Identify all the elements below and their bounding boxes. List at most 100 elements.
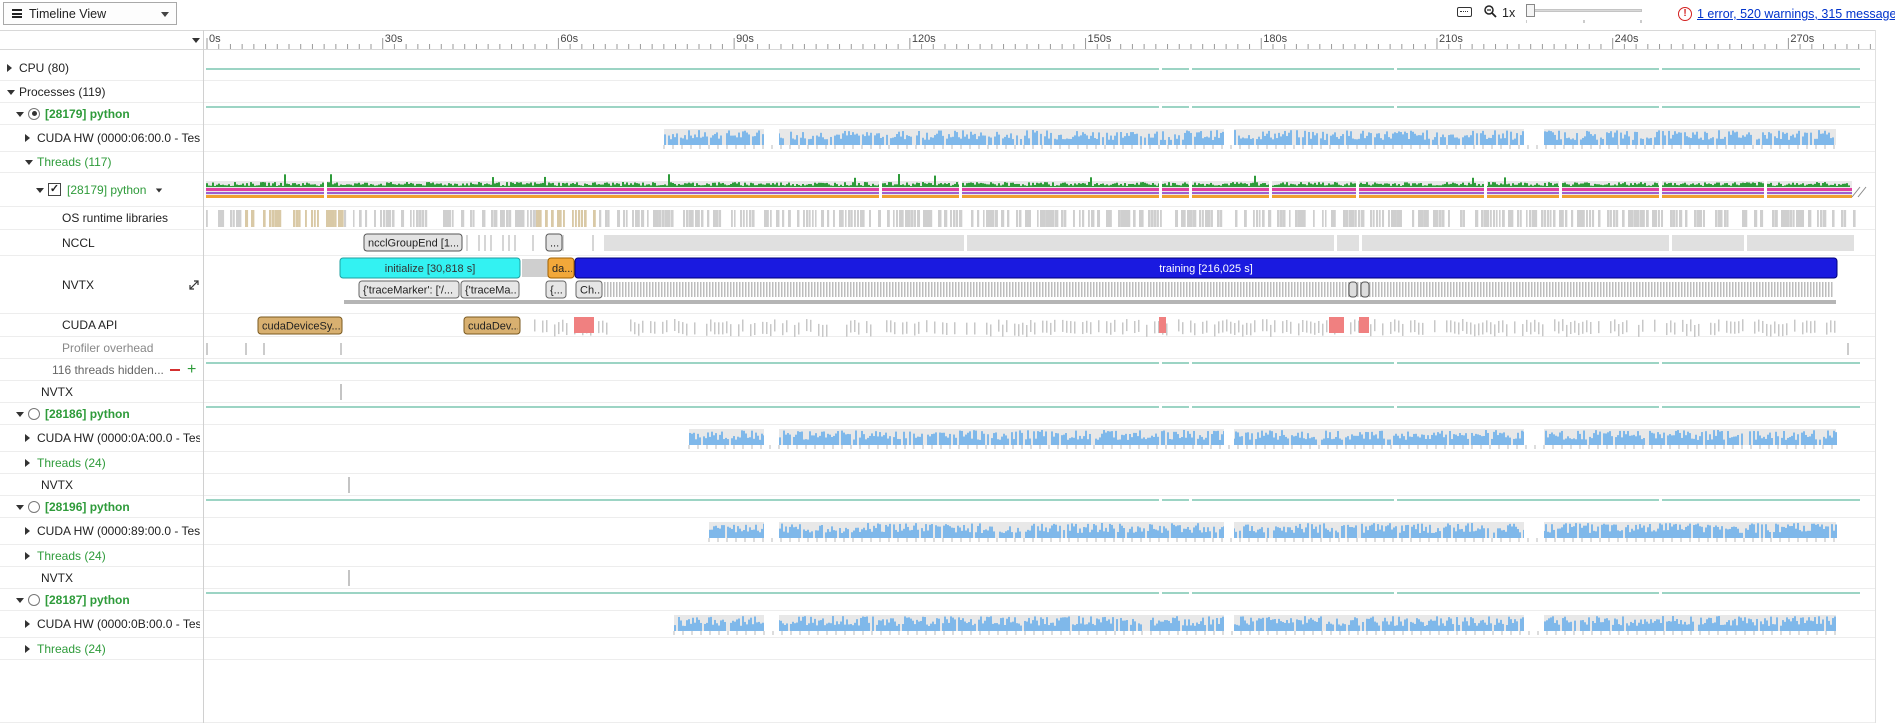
- threads-p4-label: Threads (24): [37, 641, 106, 656]
- nvtx-trace-marker-3[interactable]: {...: [545, 280, 567, 299]
- nvtx-p1[interactable]: NVTX initialize [30,818 s] da... training […: [0, 256, 1875, 314]
- profiler-overhead[interactable]: Profiler overhead: [0, 337, 1875, 359]
- ruler-tick-label: 180s: [1263, 33, 1287, 45]
- nccl-track[interactable]: ncclGroupEnd [1......: [204, 230, 1875, 256]
- view-select[interactable]: Timeline View: [3, 2, 177, 25]
- expand-arrow-icon[interactable]: [25, 644, 30, 653]
- nvtx-trace-marker-2[interactable]: {'traceMa...: [460, 280, 520, 299]
- thread-menu-chevron-icon[interactable]: [155, 188, 163, 192]
- cuda-hw-p1[interactable]: CUDA HW (0000:06:00.0 - Tesla: [0, 125, 1875, 152]
- cuda-hw-p1-label: CUDA HW (0000:06:00.0 - Tesla: [37, 131, 200, 145]
- process-radio[interactable]: [28, 500, 40, 513]
- cuda-hw-p2-track[interactable]: [204, 425, 1875, 452]
- cuda-api[interactable]: CUDA API cudaDeviceSy... cudaDev...: [0, 314, 1875, 337]
- process-28187[interactable]: [28187] python: [0, 589, 1875, 611]
- nvtx-p3-track[interactable]: [204, 567, 1875, 589]
- nvtx-trace-marker-1[interactable]: {'traceMarker': ['/...: [358, 280, 460, 299]
- expand-arrow-icon[interactable]: [25, 527, 30, 535]
- nvtx-p2-track[interactable]: [204, 474, 1875, 496]
- nvtx-proc-p1[interactable]: NVTX: [0, 381, 1875, 403]
- process-28187-track[interactable]: [204, 589, 1875, 611]
- expand-arrow-icon[interactable]: [25, 134, 30, 142]
- expand-icon[interactable]: [188, 279, 200, 291]
- os-runtime-label: OS runtime libraries: [62, 211, 169, 225]
- ruler-tick-label: 240s: [1615, 33, 1639, 45]
- process-radio[interactable]: [28, 107, 40, 120]
- slider-thumb[interactable]: [1526, 4, 1535, 17]
- menu-icon: [12, 9, 22, 18]
- thread-28179-track[interactable]: [204, 173, 1875, 207]
- os-runtime[interactable]: OS runtime libraries: [0, 207, 1875, 230]
- nccl[interactable]: NCCL ncclGroupEnd [1......: [0, 230, 1875, 256]
- hide-threads-icon[interactable]: [170, 368, 180, 371]
- cuda-hw-p3[interactable]: CUDA HW (0000:89:00.0 - Tesla: [0, 518, 1875, 545]
- thread-checkbox[interactable]: ✓: [48, 182, 61, 196]
- profiler-overhead-track[interactable]: [204, 337, 1875, 359]
- process-28186-track[interactable]: [204, 403, 1875, 425]
- vertical-scrollbar[interactable]: [1875, 30, 1895, 723]
- cuda-hw-p4-track[interactable]: [204, 611, 1875, 638]
- cuda-hw-p2[interactable]: CUDA HW (0000:0A:00.0 - Tesla: [0, 425, 1875, 452]
- process-28196-track[interactable]: [204, 496, 1875, 518]
- process-28186[interactable]: [28186] python: [0, 403, 1875, 425]
- nvtx-trace-marker-4[interactable]: Ch...: [575, 280, 603, 299]
- nvtx-proc-p1-track[interactable]: [204, 381, 1875, 403]
- svg-text:Ch...: Ch...: [580, 285, 603, 297]
- tree-cpu[interactable]: CPU (80): [0, 56, 1875, 81]
- svg-text:...: ...: [550, 238, 559, 250]
- collapse-arrow-icon[interactable]: [36, 187, 44, 193]
- cuda-api-track[interactable]: cudaDeviceSy... cudaDev...: [204, 314, 1875, 337]
- expand-arrow-icon[interactable]: [25, 620, 30, 628]
- process-radio[interactable]: [28, 593, 40, 606]
- keyboard-icon[interactable]: [1457, 7, 1472, 17]
- collapse-arrow-icon[interactable]: [16, 411, 24, 417]
- nvtx-da-bar[interactable]: da...: [547, 257, 575, 279]
- threads-hidden-track[interactable]: [204, 359, 1875, 381]
- nvtx-p1-track[interactable]: initialize [30,818 s] da... training [216,…: [204, 256, 1875, 314]
- cuda-api-device-sync-1[interactable]: cudaDeviceSy...: [257, 316, 343, 335]
- threads-p4[interactable]: Threads (24): [0, 638, 1875, 660]
- process-28179[interactable]: [28179] python: [0, 103, 1875, 125]
- os-runtime-track[interactable]: [204, 207, 1875, 230]
- cuda-hw-p3-track[interactable]: [204, 518, 1875, 545]
- threads-p1[interactable]: Threads (117): [0, 152, 1875, 173]
- collapse-arrow-icon[interactable]: [25, 160, 33, 165]
- diagnostics-link[interactable]: 1 error, 520 warnings, 315 messages: [1697, 7, 1895, 21]
- threads-p2[interactable]: Threads (24): [0, 452, 1875, 474]
- panel-divider[interactable]: [203, 30, 204, 723]
- collapse-arrow-icon[interactable]: [16, 504, 24, 510]
- tree-cpu-label: CPU (80): [19, 61, 70, 75]
- collapse-arrow-icon[interactable]: [16, 111, 24, 117]
- time-ruler[interactable]: 0s 30s 60s 90s 120s 150s 180s 210s 240s 270s: [203, 30, 1875, 50]
- nvtx-initialize-bar[interactable]: initialize [30,818 s]: [339, 257, 521, 279]
- process-28196[interactable]: [28196] python: [0, 496, 1875, 518]
- collapse-arrow-icon[interactable]: [7, 89, 15, 95]
- ruler-tick-label: 270s: [1790, 33, 1814, 45]
- process-28179-track[interactable]: [204, 103, 1875, 125]
- thread-28179[interactable]: ✓ [28179] python: [0, 173, 1875, 207]
- chevron-down-icon[interactable]: [192, 38, 200, 43]
- expand-arrow-icon[interactable]: [25, 458, 30, 467]
- nccl-group-end-bar[interactable]: ncclGroupEnd [1...: [363, 233, 463, 252]
- collapse-arrow-icon[interactable]: [16, 597, 24, 603]
- cuda-api-device-sync-2[interactable]: cudaDev...: [463, 316, 521, 335]
- cuda-hw-p1-track[interactable]: [204, 125, 1875, 152]
- expand-arrow-icon[interactable]: [7, 64, 12, 72]
- show-threads-icon[interactable]: +: [187, 361, 199, 377]
- nvtx-p3[interactable]: NVTX: [0, 567, 1875, 589]
- nvtx-training-bar[interactable]: training [216,025 s]: [574, 257, 1838, 279]
- threads-p3[interactable]: Threads (24): [0, 545, 1875, 567]
- cuda-hw-p4[interactable]: CUDA HW (0000:0B:00.0 - Tesla: [0, 611, 1875, 638]
- nccl-more-bar[interactable]: ...: [545, 233, 563, 252]
- zoom-slider[interactable]: [1526, 4, 1642, 17]
- zoom-icon[interactable]: [1484, 5, 1497, 18]
- tree-cpu-track[interactable]: [204, 56, 1875, 81]
- process-radio[interactable]: [28, 407, 40, 420]
- empty-tail[interactable]: [0, 660, 1875, 723]
- expand-arrow-icon[interactable]: [25, 434, 30, 442]
- nvtx-p2[interactable]: NVTX: [0, 474, 1875, 496]
- threads-hidden[interactable]: 116 threads hidden... +: [0, 359, 1875, 381]
- tree-processes[interactable]: Processes (119): [0, 81, 1875, 103]
- process-28187-label: [28187] python: [45, 592, 130, 607]
- expand-arrow-icon[interactable]: [25, 551, 30, 560]
